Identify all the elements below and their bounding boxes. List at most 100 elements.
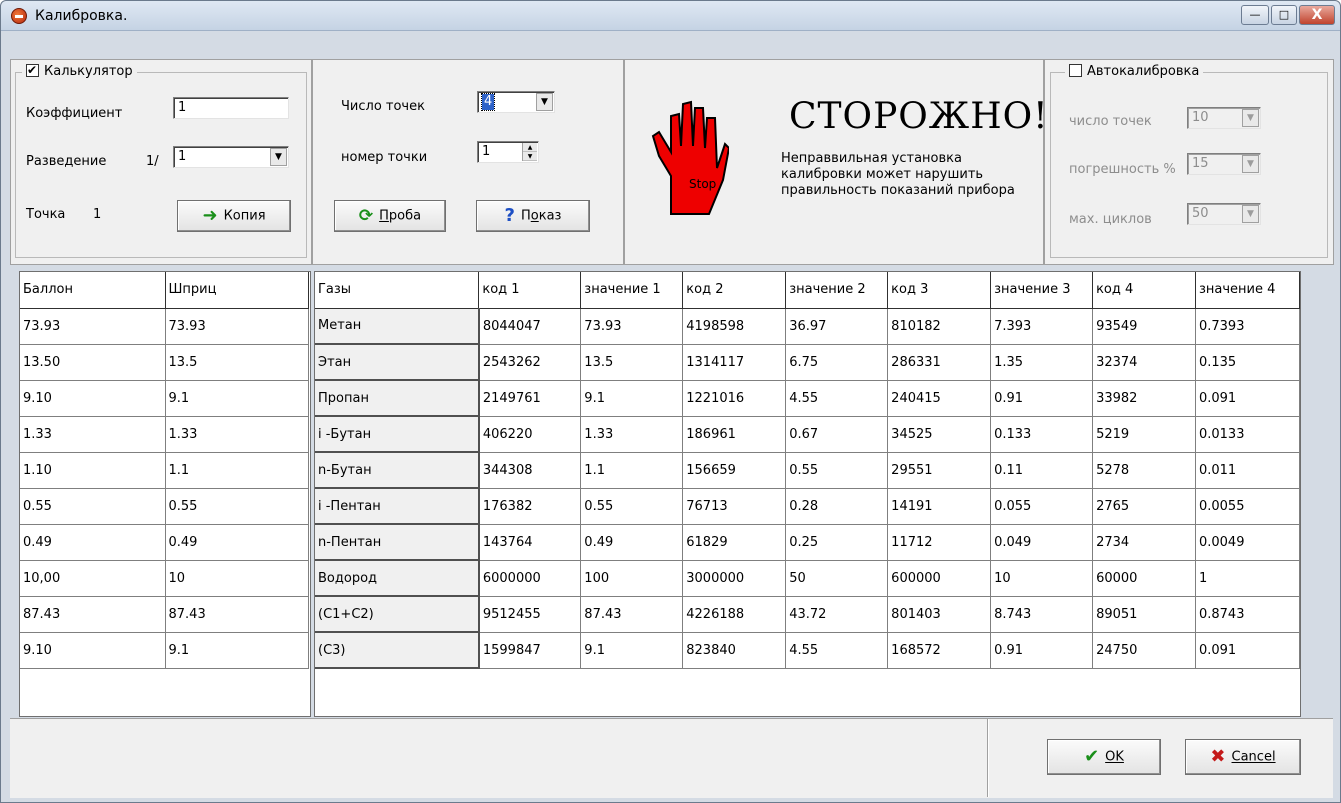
table-cell[interactable]: 93549 (1092, 308, 1196, 345)
table-cell[interactable]: 9512455 (478, 596, 582, 633)
table-cell[interactable]: 0.091 (1195, 632, 1300, 669)
table-row[interactable]: i -Пентан 176382 0.55 76713 0.28 14191 0.055 27… (315, 488, 1300, 525)
table-cell[interactable]: 8.743 (990, 596, 1094, 633)
table-cell[interactable]: 344308 (478, 452, 582, 489)
column-header[interactable]: Газы (315, 272, 480, 309)
table-row[interactable]: 10,00 10 (20, 560, 309, 597)
table-cell[interactable]: 0.091 (1195, 380, 1300, 417)
table-cell[interactable]: 0.55 (20, 488, 166, 525)
column-header[interactable]: код 1 (478, 272, 582, 309)
table-row[interactable]: 0.49 0.49 (20, 524, 309, 561)
table-row[interactable]: n-Бутан 344308 1.1 156659 0.55 29551 0.11 5278 0… (315, 452, 1300, 489)
table-cell[interactable]: 9.1 (165, 380, 309, 417)
autocal-legend[interactable]: Автокалибровка (1065, 64, 1204, 80)
coef-input[interactable]: 1 (173, 97, 289, 119)
table-cell[interactable]: 0.28 (785, 488, 889, 525)
table-cell[interactable]: 4.55 (785, 632, 889, 669)
gas-grid[interactable]: Газы код 1 значение 1 код 2 значение 2 код 3з… (314, 271, 1301, 717)
table-cell[interactable]: 168572 (887, 632, 992, 669)
table-row[interactable]: n-Пентан 143764 0.49 61829 0.25 11712 0.049 273… (315, 524, 1300, 561)
table-cell[interactable]: 406220 (478, 416, 582, 453)
chevron-down-icon[interactable]: ▼ (270, 148, 287, 166)
calculator-legend[interactable]: Калькулятор (22, 62, 137, 80)
table-cell[interactable]: 6000000 (478, 560, 582, 597)
table-cell[interactable]: 0.11 (990, 452, 1094, 489)
table-cell[interactable]: 8044047 (478, 308, 582, 345)
row-header-cell[interactable]: n-Бутан (315, 452, 480, 489)
table-cell[interactable]: 73.93 (165, 308, 309, 345)
table-cell[interactable]: 29551 (887, 452, 992, 489)
table-cell[interactable]: 10 (165, 560, 309, 597)
table-cell[interactable]: 14191 (887, 488, 992, 525)
row-header-cell[interactable]: n-Пентан (315, 524, 480, 561)
table-row[interactable]: Пропан 2149761 9.1 1221016 4.55 240415 0.91 339… (315, 380, 1300, 417)
table-row[interactable]: (C3) 1599847 9.1 823840 4.55 168572 0.91 24750 0… (315, 632, 1300, 669)
calculator-checkbox[interactable] (26, 62, 39, 78)
table-cell[interactable]: 2734 (1092, 524, 1196, 561)
table-cell[interactable]: 0.67 (785, 416, 889, 453)
autocal-checkbox[interactable] (1069, 64, 1082, 77)
table-cell[interactable]: 156659 (682, 452, 787, 489)
table-cell[interactable]: 10,00 (20, 560, 166, 597)
table-row[interactable]: 1.33 1.33 (20, 416, 309, 453)
table-cell[interactable]: 5219 (1092, 416, 1196, 453)
row-header-cell[interactable]: (C3) (315, 632, 480, 669)
table-cell[interactable]: 1221016 (682, 380, 787, 417)
table-cell[interactable]: 87.43 (20, 596, 166, 633)
row-header-cell[interactable]: Этан (315, 344, 480, 381)
column-header[interactable]: значение 1 (580, 272, 684, 309)
title-bar[interactable]: Калибровка. — □ X (1, 1, 1340, 31)
table-cell[interactable]: 32374 (1092, 344, 1196, 381)
table-cell[interactable]: 11712 (887, 524, 992, 561)
table-row[interactable]: 13.50 13.5 (20, 344, 309, 381)
table-cell[interactable]: 34525 (887, 416, 992, 453)
table-cell[interactable]: 9.1 (580, 380, 684, 417)
row-header-cell[interactable]: i -Бутан (315, 416, 480, 453)
table-cell[interactable]: 600000 (887, 560, 992, 597)
table-cell[interactable]: 3000000 (682, 560, 787, 597)
close-button[interactable]: X (1299, 5, 1335, 25)
table-cell[interactable]: 24750 (1092, 632, 1196, 669)
table-cell[interactable]: 50 (785, 560, 889, 597)
table-cell[interactable]: 801403 (887, 596, 992, 633)
table-cell[interactable]: 9.1 (165, 632, 309, 669)
copy-button[interactable]: ➜ Копия (177, 200, 291, 232)
ok-button[interactable]: ✔ OK (1047, 739, 1161, 775)
table-cell[interactable]: 61829 (682, 524, 787, 561)
table-cell[interactable]: 13.5 (165, 344, 309, 381)
table-cell[interactable]: 2543262 (478, 344, 582, 381)
row-header-cell[interactable]: (C1+C2) (315, 596, 480, 633)
table-cell[interactable]: 73.93 (20, 308, 166, 345)
table-cell[interactable]: 0.135 (1195, 344, 1300, 381)
table-cell[interactable]: 10 (990, 560, 1094, 597)
table-cell[interactable]: 1.10 (20, 452, 166, 489)
table-row[interactable]: Водород 6000000 100 3000000 50 600000 10 60000 1 (315, 560, 1300, 597)
table-cell[interactable]: 9.10 (20, 380, 166, 417)
table-cell[interactable]: 1314117 (682, 344, 787, 381)
table-cell[interactable]: 0.55 (785, 452, 889, 489)
table-cell[interactable]: 1 (1195, 560, 1300, 597)
maximize-button[interactable]: □ (1271, 5, 1297, 25)
table-cell[interactable]: 13.50 (20, 344, 166, 381)
table-cell[interactable]: 2765 (1092, 488, 1196, 525)
table-cell[interactable]: 76713 (682, 488, 787, 525)
number-spinner[interactable]: 1 ▲ ▼ (477, 141, 539, 163)
table-cell[interactable]: 1.35 (990, 344, 1094, 381)
table-cell[interactable]: 0.91 (990, 380, 1094, 417)
table-cell[interactable]: 60000 (1092, 560, 1196, 597)
table-cell[interactable]: 0.8743 (1195, 596, 1300, 633)
table-cell[interactable]: 1.1 (580, 452, 684, 489)
column-header[interactable]: значение 4 (1195, 272, 1300, 309)
table-cell[interactable]: 36.97 (785, 308, 889, 345)
column-header[interactable]: код 2 (682, 272, 787, 309)
column-header[interactable]: код 4 (1092, 272, 1196, 309)
table-cell[interactable]: 33982 (1092, 380, 1196, 417)
table-cell[interactable]: 0.91 (990, 632, 1094, 669)
table-cell[interactable]: 0.55 (165, 488, 309, 525)
show-button[interactable]: ? Показ (476, 200, 590, 232)
minimize-button[interactable]: — (1241, 5, 1269, 25)
table-cell[interactable]: 0.0055 (1195, 488, 1300, 525)
table-cell[interactable]: 176382 (478, 488, 582, 525)
row-header-cell[interactable]: i -Пентан (315, 488, 480, 525)
table-cell[interactable]: 240415 (887, 380, 992, 417)
